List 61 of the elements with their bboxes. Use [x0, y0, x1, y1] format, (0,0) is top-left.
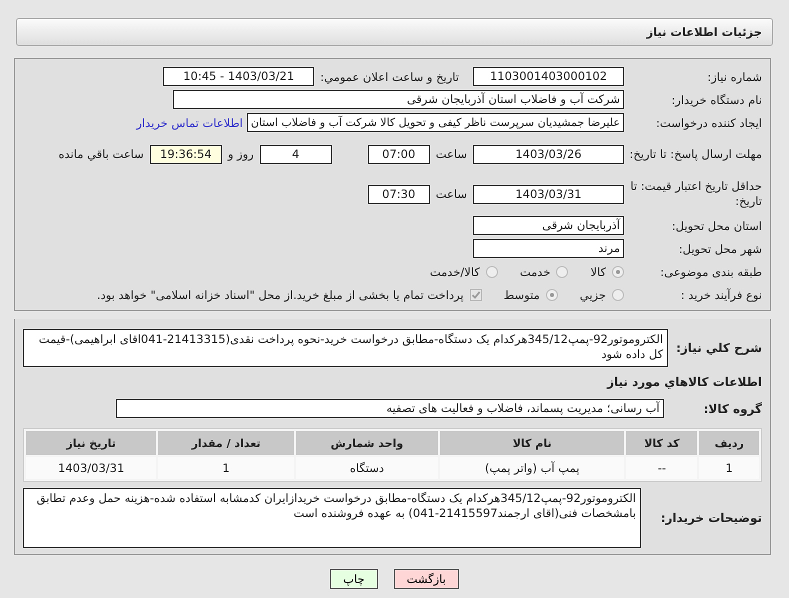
field-label: گروه کالا:: [704, 402, 762, 416]
radio-button[interactable]: [612, 288, 624, 300]
table-cell: دستگاه: [296, 457, 438, 479]
field-label: نام دستگاه خریدار:: [670, 92, 763, 106]
field-label: شماره نیاز:: [706, 70, 763, 84]
buyer-contact-link[interactable]: اطلاعات تماس خریدار: [132, 116, 247, 130]
radio-label: متوسط: [504, 288, 540, 302]
creator-field: علیرضا جمشیدیان سرپرست ناظر کیفی و تحویل کالا شرکت آب و فاضلاب استان: [246, 113, 624, 132]
city-field: مرند: [473, 239, 624, 258]
radio-label: کالا: [590, 264, 606, 278]
column-header: نام کالا: [440, 431, 624, 455]
radio-label: خدمت: [520, 264, 550, 278]
countdown-field: 19:36:54: [150, 144, 222, 164]
field-label: استان محل تحویل:: [670, 218, 763, 232]
radio-button[interactable]: [546, 288, 558, 300]
print-button[interactable]: چاپ: [330, 569, 378, 589]
field-label: طبقه بندی موضوعی:: [659, 264, 763, 278]
table-cell: 1403/03/31: [26, 457, 156, 479]
field-label: شرح کلي نياز:: [676, 341, 762, 355]
field-label: حداقل تاریخ اعتبار قیمت: تا تاریخ:: [629, 179, 763, 209]
checkbox[interactable]: [470, 288, 482, 300]
date-field: 1403/03/31: [473, 184, 624, 204]
column-header: واحد شمارش: [296, 431, 438, 455]
field-label: تاریخ و ساعت اعلان عمومي:: [319, 70, 460, 84]
radio-label: کالا/خدمت: [430, 264, 480, 278]
province-field: آذربایجان شرقی: [473, 216, 624, 235]
field-label: نوع فرآیند خرید :: [680, 288, 763, 302]
payment-note: پرداخت تمام یا بخشی از مبلغ خرید.از محل "اسناد خزانه اسلامی" خواهد بود.: [96, 288, 464, 302]
buyer-name-field: شرکت آب و فاضلاب استان آذربایجان شرقی: [173, 90, 624, 109]
back-button[interactable]: بازگشت: [394, 569, 459, 589]
field-label: شهر محل تحویل:: [678, 242, 763, 256]
column-header: ردیف: [699, 431, 759, 455]
column-header: کد کالا: [626, 431, 698, 455]
goods-group-field: آب رسانی؛ مدیریت پسماند، فاضلاب و فعالیت های تصفیه: [116, 399, 664, 418]
field-label: توضیحات خریدار:: [660, 511, 762, 525]
table-cell: پمپ آب (واتر پمپ): [440, 457, 624, 479]
date-field: 1403/03/26: [473, 144, 624, 164]
time-field: 07:30: [368, 184, 430, 204]
page-title: جزئیات اطلاعات نیاز: [646, 25, 762, 39]
days-field: 4: [260, 144, 332, 164]
field-label: مهلت ارسال پاسخ: تا تاریخ:: [628, 146, 763, 162]
remaining-label: ساعت باقي مانده: [58, 147, 145, 161]
radio-button[interactable]: [486, 266, 498, 278]
radio-label: جزیي: [580, 288, 606, 302]
field-label: ایجاد کننده درخواست:: [655, 116, 763, 130]
radio-button[interactable]: [556, 266, 568, 278]
table-cell: 1: [699, 457, 759, 479]
need-number-field: 1103001403000102: [473, 67, 624, 86]
radio-button[interactable]: [612, 266, 624, 278]
table-cell: --: [626, 457, 698, 479]
description-box: الکتروموتور92-پمپ345/12هرکدام یک دستگاه-مطابق درخواست خرید-نحوه پرداخت نقدی(21413315-041اقای ابراهیمی)-قیمت کل داده شود: [23, 329, 668, 367]
days-label: روز و: [226, 147, 255, 161]
time-label: ساعت: [434, 187, 468, 201]
column-header: تعداد / مقدار: [158, 431, 294, 455]
column-header: تاریخ نیاز: [26, 431, 156, 455]
buyer-notes-box: الکتروموتور92-پمپ345/12هرکدام یک دستگاه-مطابق درخواست خریدازایران کدمشابه استفاده شده-هزینه حمل وعدم تطابق بامشخصات فنی(اقای ارجمند21415597-041) به عهده فروشنده است: [23, 488, 641, 548]
announce-date-field: 1403/03/21 - 10:45: [163, 67, 314, 86]
section-title: اطلاعات کالاهاي مورد نياز: [606, 375, 762, 389]
table-cell: 1: [158, 457, 294, 479]
time-label: ساعت: [434, 147, 468, 161]
time-field: 07:00: [368, 144, 430, 164]
